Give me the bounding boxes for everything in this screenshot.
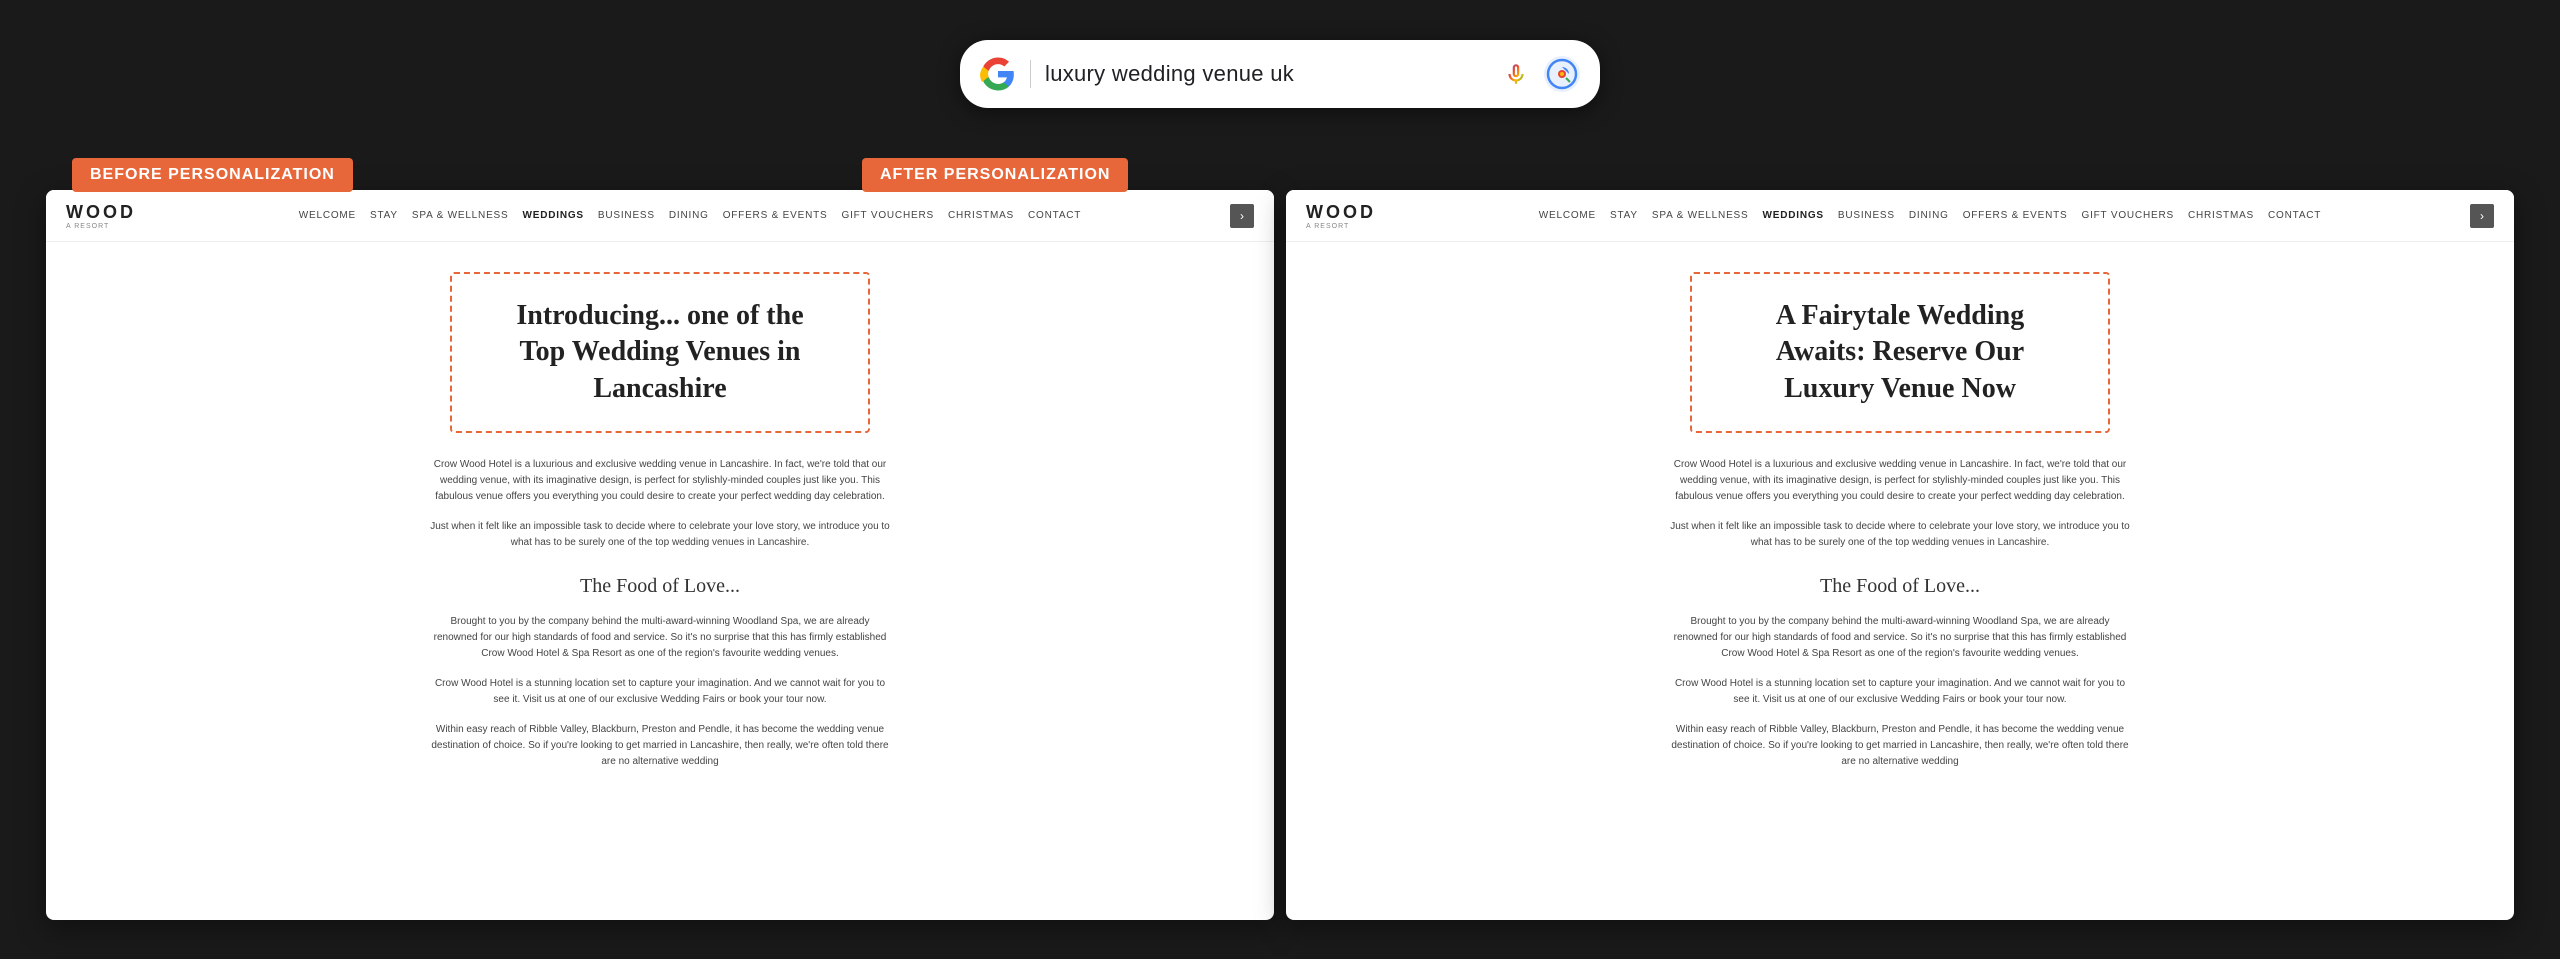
after-main-heading: A Fairytale Wedding Awaits: Reserve Our … [1732, 298, 2068, 407]
nav-link-welcome[interactable]: WELCOME [299, 210, 356, 221]
search-bar[interactable]: luxury wedding venue uk [960, 40, 1600, 108]
google-logo-icon [980, 56, 1016, 92]
nav-link-spa[interactable]: SPA & WELLNESS [412, 210, 509, 221]
after-nav-link-contact[interactable]: CONTACT [2268, 210, 2321, 221]
after-nav-link-gift[interactable]: GIFT VOUCHERS [2081, 210, 2173, 221]
search-divider [1030, 60, 1031, 88]
after-nav-link-offers[interactable]: OFFERS & EVENTS [1963, 210, 2068, 221]
before-body5: Within easy reach of Ribble Valley, Blac… [430, 722, 890, 770]
nav-link-business[interactable]: BUSINESS [598, 210, 655, 221]
microphone-icon[interactable] [1498, 56, 1534, 92]
after-label: AFTER PERSONALIZATION [862, 158, 1128, 192]
lens-icon[interactable] [1544, 56, 1580, 92]
before-label: BEFORE PERSONALIZATION [72, 158, 353, 192]
logo-text: WOOD [66, 202, 136, 222]
after-main-content: A Fairytale Wedding Awaits: Reserve Our … [1286, 242, 2514, 814]
after-nav-link-spa[interactable]: SPA & WELLNESS [1652, 210, 1749, 221]
before-heading-box: Introducing... one of the Top Wedding Ve… [450, 272, 870, 433]
after-nav-link-weddings[interactable]: WEDDINGS [1762, 210, 1823, 221]
search-query[interactable]: luxury wedding venue uk [1045, 61, 1484, 87]
nav-link-contact-before[interactable]: CONTACT [1028, 210, 1081, 221]
after-logo: WOOD A RESORT [1306, 202, 1376, 230]
after-nav-link-christmas[interactable]: CHRISTMAS [2188, 210, 2254, 221]
search-bar-container: luxury wedding venue uk [960, 40, 1600, 108]
logo-subtitle: A RESORT [66, 223, 136, 230]
nav-link-gift[interactable]: GIFT VOUCHERS [841, 210, 933, 221]
panels-container: WOOD A RESORT WELCOME STAY SPA & WELLNES… [46, 190, 2514, 920]
after-logo-text: WOOD [1306, 202, 1376, 222]
after-nav-bar: WOOD A RESORT WELCOME STAY SPA & WELLNES… [1286, 190, 2514, 242]
nav-link-offers[interactable]: OFFERS & EVENTS [723, 210, 828, 221]
nav-link-stay[interactable]: STAY [370, 210, 398, 221]
before-panel: WOOD A RESORT WELCOME STAY SPA & WELLNES… [46, 190, 1274, 920]
nav-link-christmas-before[interactable]: CHRISTMAS [948, 210, 1014, 221]
after-body2: Just when it felt like an impossible tas… [1670, 519, 2130, 551]
before-main-heading: Introducing... one of the Top Wedding Ve… [492, 298, 828, 407]
nav-link-dining[interactable]: DINING [669, 210, 709, 221]
before-body2: Just when it felt like an impossible tas… [430, 519, 890, 551]
after-nav-links: WELCOME STAY SPA & WELLNESS WEDDINGS BUS… [1390, 210, 2470, 221]
after-body3: Brought to you by the company behind the… [1670, 614, 2130, 662]
before-main-content: Introducing... one of the Top Wedding Ve… [46, 242, 1274, 814]
before-logo: WOOD A RESORT [66, 202, 136, 230]
before-body1: Crow Wood Hotel is a luxurious and exclu… [430, 457, 890, 505]
after-body5: Within easy reach of Ribble Valley, Blac… [1670, 722, 2130, 770]
nav-link-weddings[interactable]: WEDDINGS [522, 210, 583, 221]
after-body4: Crow Wood Hotel is a stunning location s… [1670, 676, 2130, 708]
before-body3: Brought to you by the company behind the… [430, 614, 890, 662]
after-heading-box: A Fairytale Wedding Awaits: Reserve Our … [1690, 272, 2110, 433]
before-section-heading: The Food of Love... [86, 575, 1234, 598]
after-nav-link-dining[interactable]: DINING [1909, 210, 1949, 221]
before-nav-scroll[interactable]: › [1230, 204, 1254, 228]
after-panel: WOOD A RESORT WELCOME STAY SPA & WELLNES… [1286, 190, 2514, 920]
after-body1: Crow Wood Hotel is a luxurious and exclu… [1670, 457, 2130, 505]
after-section-heading: The Food of Love... [1326, 575, 2474, 598]
after-nav-link-welcome[interactable]: WELCOME [1539, 210, 1596, 221]
after-logo-subtitle: A RESORT [1306, 223, 1376, 230]
search-icons [1498, 56, 1580, 92]
after-nav-link-business[interactable]: BUSINESS [1838, 210, 1895, 221]
before-body4: Crow Wood Hotel is a stunning location s… [430, 676, 890, 708]
before-nav-links: WELCOME STAY SPA & WELLNESS WEDDINGS BUS… [150, 210, 1230, 221]
before-nav-bar: WOOD A RESORT WELCOME STAY SPA & WELLNES… [46, 190, 1274, 242]
after-nav-scroll[interactable]: › [2470, 204, 2494, 228]
after-nav-link-stay[interactable]: STAY [1610, 210, 1638, 221]
